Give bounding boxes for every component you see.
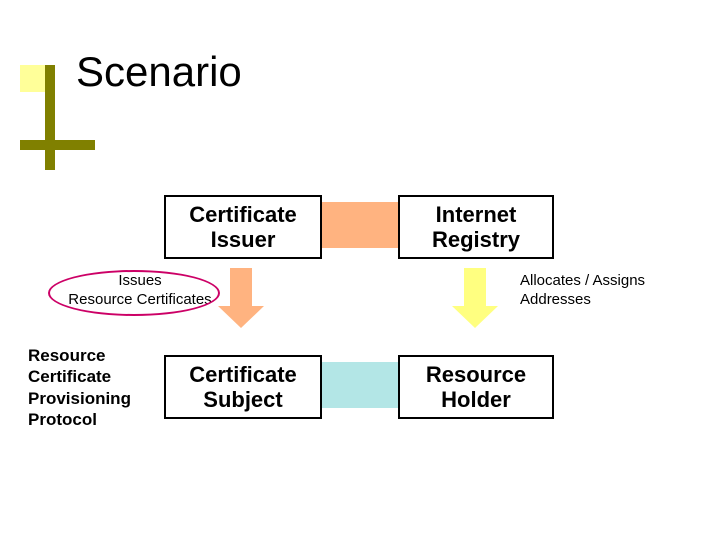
label-allocates: Allocates / Assigns Addresses xyxy=(520,272,645,310)
box-label: Resource Holder xyxy=(426,362,526,413)
slide: Scenario Certificate Issuer Internet Reg… xyxy=(0,0,720,540)
ellipse-highlight xyxy=(48,270,220,316)
accent-vertical xyxy=(45,65,55,170)
slide-title: Scenario xyxy=(76,48,242,96)
box-internet-registry: Internet Registry xyxy=(398,195,554,259)
label-protocol: Resource Certificate Provisioning Protoc… xyxy=(28,345,131,430)
box-certificate-issuer: Certificate Issuer xyxy=(164,195,322,259)
accent-horizontal xyxy=(20,140,95,150)
box-label: Internet Registry xyxy=(432,202,520,253)
box-label: Certificate Issuer xyxy=(189,202,297,253)
box-label: Certificate Subject xyxy=(189,362,297,413)
box-certificate-subject: Certificate Subject xyxy=(164,355,322,419)
label-text: Allocates / Assigns Addresses xyxy=(520,272,645,308)
accent-box xyxy=(20,65,47,92)
label-text: Resource Certificate Provisioning Protoc… xyxy=(28,346,131,429)
box-resource-holder: Resource Holder xyxy=(398,355,554,419)
